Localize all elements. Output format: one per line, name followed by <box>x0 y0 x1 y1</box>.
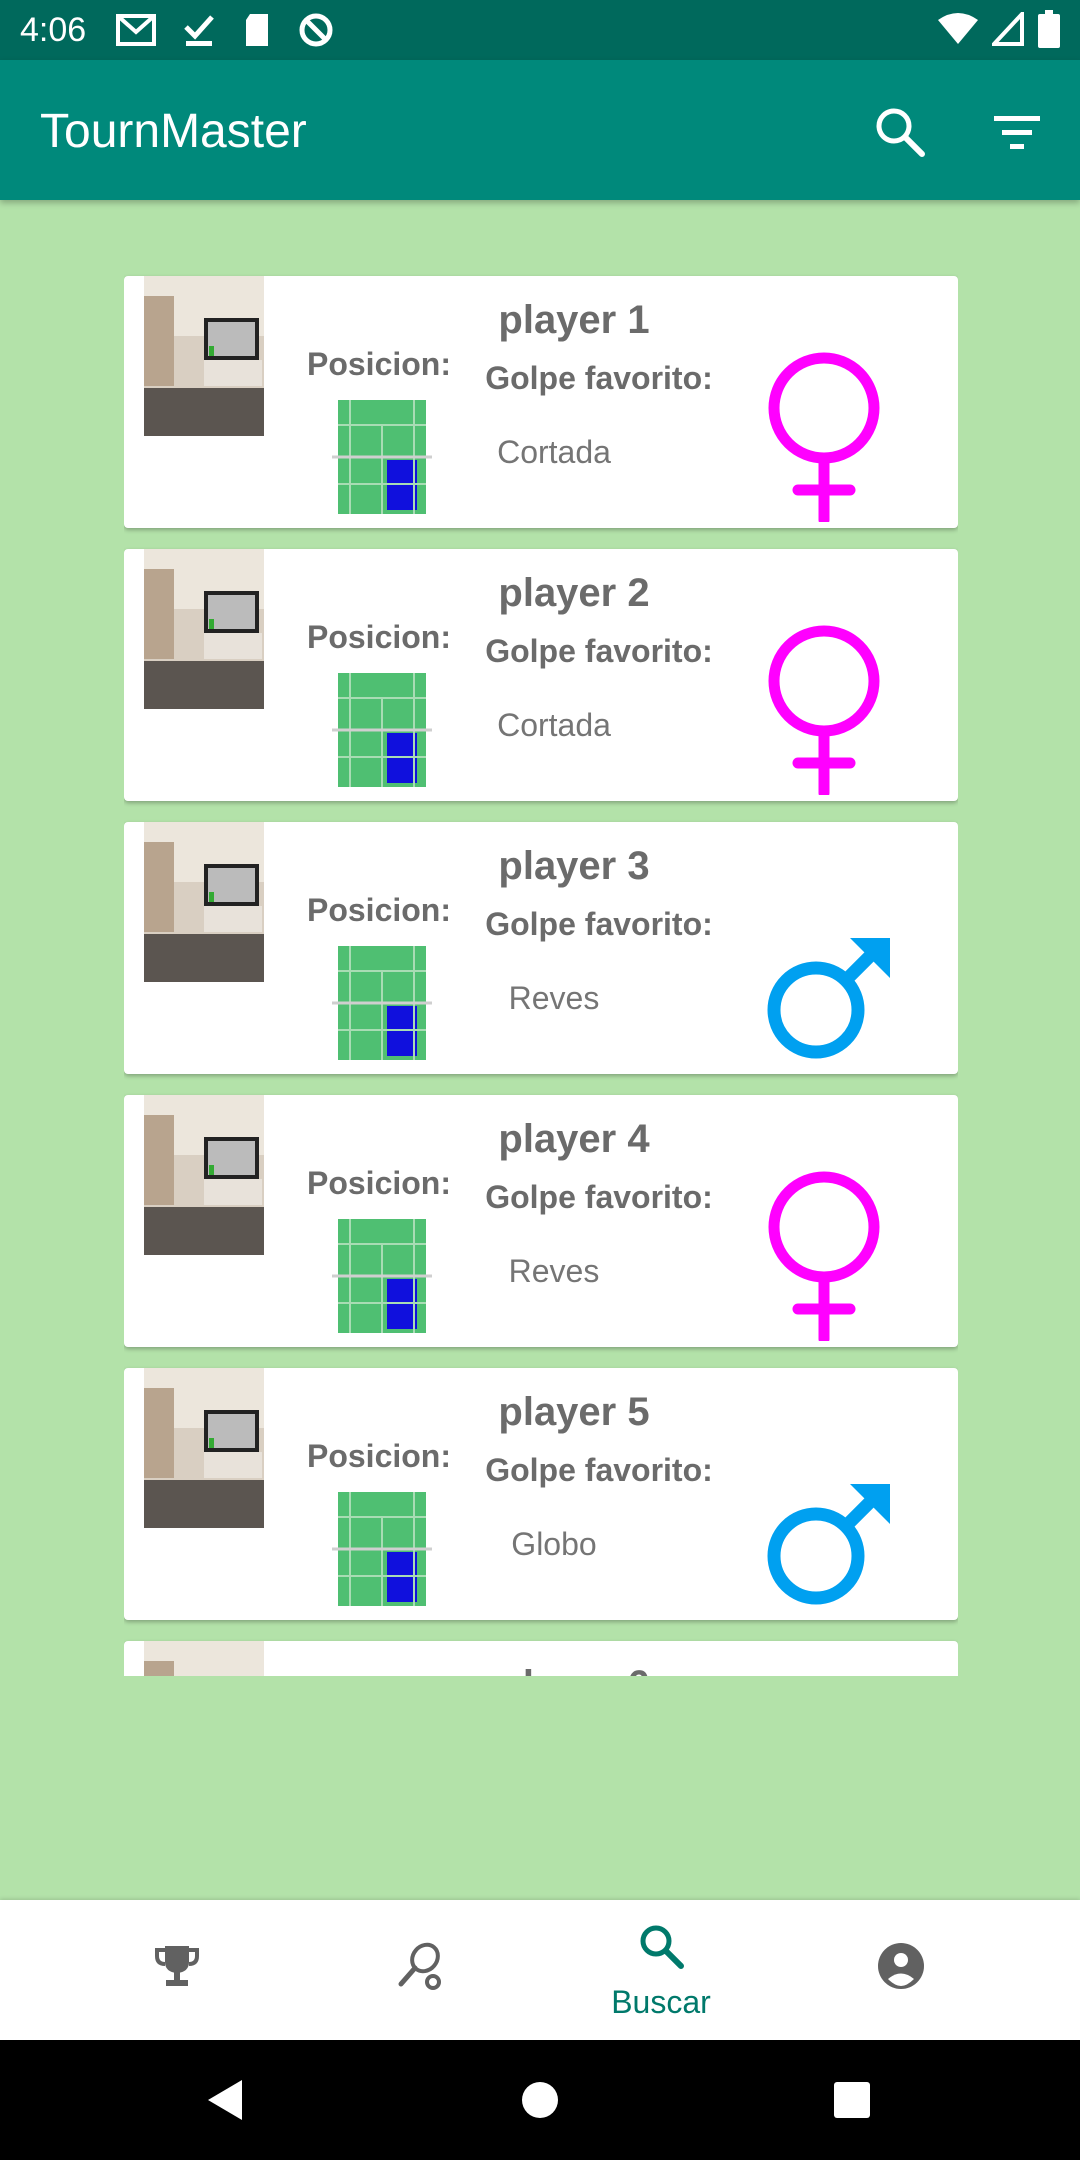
system-navigation-bar <box>0 2040 1080 2160</box>
position-label: Posicion: <box>306 892 451 928</box>
search-icon <box>640 1925 684 1969</box>
battery-icon <box>1038 10 1060 48</box>
back-icon[interactable] <box>194 2068 258 2132</box>
player-photo <box>144 822 264 982</box>
position-label: Posicion: <box>306 619 451 655</box>
app-title: TournMaster <box>40 105 307 158</box>
player-name: player 6 <box>424 1663 724 1676</box>
sync-circle-icon <box>299 13 333 47</box>
status-bar: 4:06 <box>0 0 1080 60</box>
gmail-icon <box>116 14 157 46</box>
filter-icon[interactable] <box>990 106 1046 162</box>
player-photo <box>144 549 264 709</box>
trophy-icon <box>155 1946 199 1986</box>
favorite-shot-value: Reves <box>508 980 600 1016</box>
nav-matches[interactable] <box>284 1900 554 2040</box>
home-icon[interactable] <box>508 2068 572 2132</box>
favorite-shot-value: Globo <box>511 1526 597 1562</box>
player-card[interactable]: player 3 Posicion: Golpe favorito: Reves <box>124 822 958 1074</box>
wifi-icon <box>938 13 978 44</box>
player-card[interactable]: player 2 Posicion: Golpe favorito: Corta… <box>124 549 958 801</box>
recents-icon[interactable] <box>820 2068 884 2132</box>
player-card[interactable]: player 5 Posicion: Golpe favorito: Globo <box>124 1368 958 1620</box>
player-card[interactable]: player 1 Posicion: Golpe favorito: Corta… <box>124 276 958 528</box>
favorite-shot-value: Cortada <box>497 434 611 470</box>
nav-tournaments[interactable] <box>42 1900 312 2040</box>
male-icon <box>767 938 890 1059</box>
status-time: 4:06 <box>20 10 87 49</box>
position-label: Posicion: <box>306 346 451 382</box>
racket-icon <box>398 1942 441 1990</box>
search-icon[interactable] <box>872 104 928 160</box>
nav-search-label: Buscar <box>611 1984 711 2020</box>
player-list[interactable]: player 1 Posicion: Golpe favorito: Corta… <box>124 272 958 1676</box>
player-name: player 2 <box>498 571 650 615</box>
sd-card-icon <box>246 14 269 46</box>
female-icon <box>768 352 880 522</box>
favorite-shot-label: Golpe favorito: <box>485 360 713 396</box>
status-notification-icons <box>116 12 334 48</box>
check-download-icon <box>184 15 215 46</box>
female-icon <box>768 625 880 795</box>
favorite-shot-label: Golpe favorito: <box>485 906 713 942</box>
player-photo <box>144 1641 264 1676</box>
court-position-icon <box>332 1492 432 1606</box>
player-photo <box>144 276 264 436</box>
favorite-shot-label: Golpe favorito: <box>485 633 713 669</box>
court-position-icon <box>332 400 432 514</box>
bottom-navigation: Buscar <box>0 1900 1080 2040</box>
app-bar: TournMaster <box>0 60 1080 200</box>
nav-profile[interactable] <box>766 1900 1036 2040</box>
player-name: player 4 <box>498 1117 650 1161</box>
player-card[interactable]: player 6 <box>124 1641 958 1676</box>
female-icon <box>768 1171 880 1341</box>
court-position-icon <box>332 1219 432 1333</box>
position-label: Posicion: <box>306 1165 451 1201</box>
position-label: Posicion: <box>306 1438 451 1474</box>
status-system-icons <box>938 10 1060 48</box>
male-icon <box>767 1484 890 1605</box>
player-name: player 1 <box>498 298 650 342</box>
court-position-icon <box>332 946 432 1060</box>
account-circle-icon <box>878 1943 924 1989</box>
player-name: player 3 <box>498 844 650 888</box>
favorite-shot-label: Golpe favorito: <box>485 1179 713 1215</box>
cell-signal-icon <box>992 12 1024 46</box>
player-photo <box>144 1368 264 1528</box>
court-position-icon <box>332 673 432 787</box>
player-photo <box>144 1095 264 1255</box>
favorite-shot-value: Cortada <box>497 707 611 743</box>
player-card[interactable]: player 4 Posicion: Golpe favorito: Reves <box>124 1095 958 1347</box>
favorite-shot-value: Reves <box>508 1253 600 1289</box>
favorite-shot-label: Golpe favorito: <box>485 1452 713 1488</box>
player-name: player 5 <box>498 1390 650 1434</box>
nav-search[interactable]: Buscar <box>526 1900 796 2040</box>
